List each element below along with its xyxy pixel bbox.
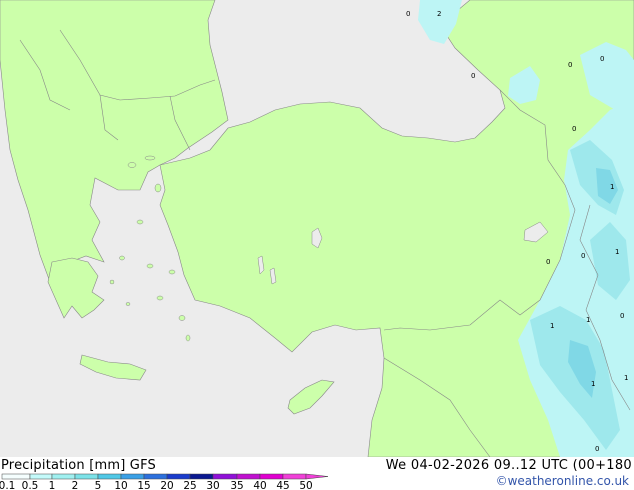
scale-tick-label: 2: [72, 480, 79, 490]
credit-text: ©weatheronline.co.uk: [495, 474, 629, 488]
scale-swatch: [1, 473, 31, 480]
scale-swatches: [1, 473, 329, 480]
scale-swatch: [189, 473, 214, 480]
scale-tick-label: 5: [95, 480, 102, 490]
scale-swatch: [212, 473, 238, 480]
scale-tick-label: 35: [230, 480, 243, 490]
scale-swatch: [74, 473, 99, 480]
weather-map-root: 0 2 0 0 0 0 1 1 0 0 1 1 0 1 1 0 Precipit…: [0, 0, 634, 490]
scale-tick-label: 30: [206, 480, 219, 490]
map-label: 1: [610, 183, 614, 191]
scale-swatch: [143, 473, 168, 480]
scale-tick-label: 15: [137, 480, 150, 490]
scale-swatch: [29, 473, 53, 480]
scale-swatch: [120, 473, 145, 480]
map-label: 0: [600, 55, 604, 63]
map-title: Precipitation [mm] GFS: [1, 458, 156, 473]
map-label: 0: [572, 125, 576, 133]
scale-tick-label: 1: [49, 480, 56, 490]
scale-ticks: 0.1 0.5 1 2 5 10 15 20 25 30 35 40 45 50: [0, 480, 313, 490]
scale-swatch: [51, 473, 76, 480]
scale-swatch: [236, 473, 261, 480]
scale-tick-label: 0.5: [22, 480, 39, 490]
map-label: 1: [591, 380, 595, 388]
scale-tick-label: 10: [114, 480, 127, 490]
scale-tick-label: 20: [160, 480, 173, 490]
scale-swatch: [97, 473, 122, 480]
map-label: 2: [437, 10, 441, 18]
scale-tick-label: 40: [253, 480, 266, 490]
scale-swatch: [259, 473, 284, 480]
scale-tick-label: 45: [276, 480, 289, 490]
scale-arrow: [305, 473, 329, 480]
map-label: 1: [624, 374, 628, 382]
map-label: 0: [581, 252, 585, 260]
map-label: 0: [595, 445, 599, 453]
map-label: 0: [406, 10, 410, 18]
precipitation-color-scale: 0.1 0.5 1 2 5 10 15 20 25 30 35 40 45 50: [0, 473, 329, 490]
scale-swatch: [282, 473, 307, 480]
map-label: 0: [568, 61, 572, 69]
map-label: 0: [546, 258, 550, 266]
map-label: 0: [471, 72, 475, 80]
scale-tick-label: 25: [183, 480, 196, 490]
precipitation-map: 0 2 0 0 0 0 1 1 0 0 1 1 0 1 1 0: [0, 0, 634, 457]
map-label: 1: [615, 248, 619, 256]
scale-tick-label: 50: [299, 480, 312, 490]
map-label: 1: [586, 316, 590, 324]
forecast-datetime: We 04-02-2026 09..12 UTC (00+180: [385, 458, 632, 473]
scale-swatch: [166, 473, 191, 480]
map-label: 1: [550, 322, 554, 330]
scale-tick-label: 0.1: [0, 480, 15, 490]
map-label: 0: [620, 312, 624, 320]
